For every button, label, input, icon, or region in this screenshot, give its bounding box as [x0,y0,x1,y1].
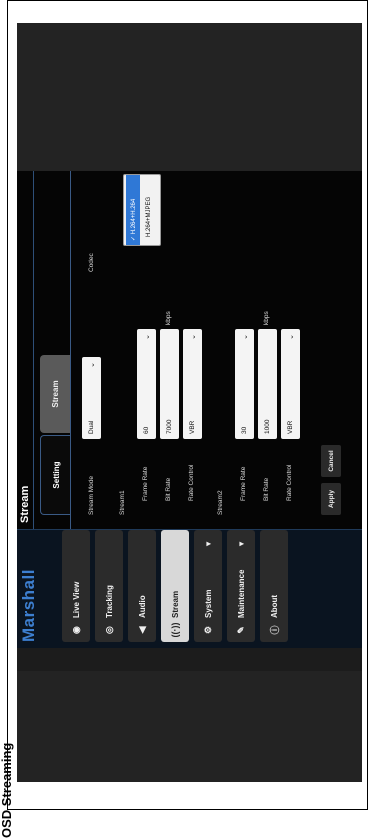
sidebar-item-label: Stream [170,590,180,618]
chevron-down-icon: ⌄ [241,334,249,340]
stream1-frame-rate-label: Frame Rate [142,466,149,501]
gear-icon: ⚙ [202,625,213,635]
stream-mode-value: Dual [88,420,95,434]
chevron-down-icon: ⌄ [189,334,197,340]
sidebar-item-audio[interactable]: ◀ Audio [128,530,156,642]
stream2-bit-rate-input[interactable]: 1000 [258,329,277,439]
app-root: Marshall ◉ Live View ◎ Tracking ◀ Audio … [17,171,362,648]
chevron-down-icon: ⌄ [88,362,96,368]
stream2-heading: Stream2 [217,490,224,515]
sidebar-item-label: About [269,594,279,618]
stream2-bit-rate-value: 1000 [264,419,271,434]
caret-down-icon: ▼ [203,540,213,548]
chevron-down-icon: ⌄ [143,334,151,340]
stream1-bit-rate-input[interactable]: 7000 [160,329,179,439]
stream1-bit-rate-label: Bit Rate [165,477,172,501]
stream1-rate-control-label: Rate Control [188,464,195,502]
stream2-frame-rate-label: Frame Rate [240,466,247,501]
screen-bottom-band [17,671,362,782]
stream1-rate-control-select[interactable]: VBR ⌄ [183,329,202,439]
stream2-frame-rate-select[interactable]: 30 ⌄ [235,329,254,439]
figure-caption: OSD Streaming [0,742,14,838]
stream2-frame-rate-value: 30 [241,426,248,434]
stream1-frame-rate-select[interactable]: 60 ⌄ [137,329,156,439]
stream-mode-label: Stream Mode [88,475,95,515]
stream1-frame-rate-value: 60 [143,426,150,434]
codec-label: Codec [88,253,95,272]
stream1-bit-rate-unit: kbps [165,311,172,325]
codec-option-h264-h264[interactable]: ✓ H.264+H.264 [126,175,140,245]
page-title: Stream [19,485,31,523]
info-icon: ⓘ [269,625,280,635]
sidebar-item-stream[interactable]: ((·)) Stream [161,530,189,642]
chevron-down-icon: ⌄ [287,334,295,340]
sidebar-item-label: Tracking [104,585,114,618]
stream2-rate-control-select[interactable]: VBR ⌄ [281,329,300,439]
stream2-bit-rate-label: Bit Rate [263,477,270,501]
stream1-heading: Stream1 [119,490,126,515]
stream1-bit-rate-value: 7000 [166,419,173,434]
title-divider [33,171,34,529]
sidebar-item-label: Maintenance [236,569,246,618]
sidebar-item-maintenance[interactable]: ✎ Maintenance ▼ [227,530,255,642]
sidebar: Marshall ◉ Live View ◎ Tracking ◀ Audio … [17,530,362,648]
apply-button[interactable]: Apply [321,483,341,515]
sidebar-item-about[interactable]: ⓘ About [260,530,288,642]
tab-divider [70,171,71,529]
sidebar-item-label: System [203,589,213,618]
stream1-rate-control-value: VBR [189,420,196,434]
sidebar-item-label: Live View [71,581,81,618]
screen-top-band [17,23,362,171]
speaker-icon: ◀ [136,626,147,634]
tab-stream[interactable]: Stream [40,355,70,433]
eye-icon: ◉ [70,626,81,634]
sidebar-item-live-view[interactable]: ◉ Live View [62,530,90,642]
wrench-icon: ✎ [235,626,246,634]
tab-setting[interactable]: Setting [40,435,71,515]
broadcast-icon: ((·)) [170,622,180,638]
main-panel: Stream Setting Stream Stream Mode Dual ⌄… [17,171,362,530]
codec-option-h264-mjpeg[interactable]: H.264+MJPEG [142,175,156,245]
sidebar-item-system[interactable]: ⚙ System ▼ [194,530,222,642]
caret-down-icon: ▼ [236,540,246,548]
stream-mode-select[interactable]: Dual ⌄ [82,357,101,439]
brand-logo: Marshall [19,569,38,642]
stream2-rate-control-label: Rate Control [286,464,293,502]
tracking-icon: ◎ [103,626,114,634]
sidebar-item-tracking[interactable]: ◎ Tracking [95,530,123,642]
stream2-bit-rate-unit: kbps [263,311,270,325]
web-ui: Marshall ◉ Live View ◎ Tracking ◀ Audio … [17,171,362,648]
stream2-rate-control-value: VBR [287,420,294,434]
cancel-button[interactable]: Cancel [321,445,341,477]
sidebar-item-label: Audio [137,595,147,618]
codec-dropdown-menu: ✓ H.264+H.264 H.264+MJPEG [123,174,161,246]
